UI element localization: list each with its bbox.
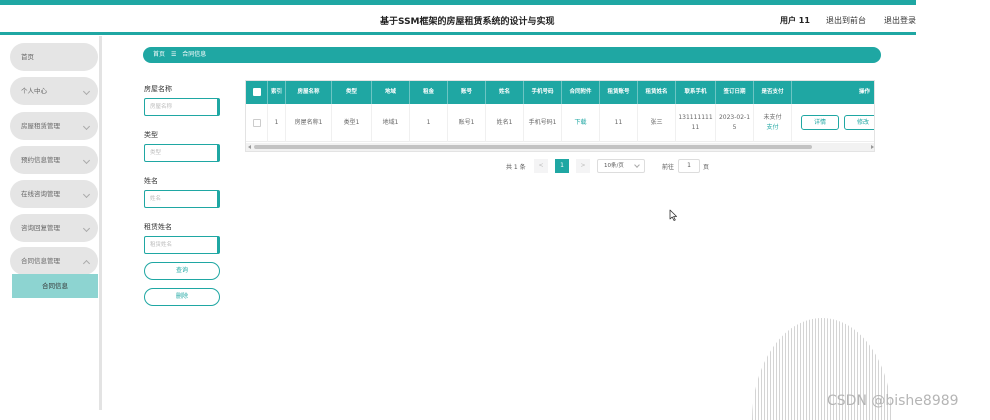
sidebar-item-label: 预约信息管理 xyxy=(21,156,60,164)
column-header: 操作 xyxy=(858,89,870,95)
cell-tenant-name: 张三 xyxy=(638,104,676,142)
table-row: 1 房屋名称1 类型1 地域1 1 账号1 姓名1 手机号码1 下载 11 张三… xyxy=(246,104,874,142)
table-header: 索引 房屋名称 类型 地域 租金 账号 姓名 手机号码 合同附件 租赁账号 租赁… xyxy=(246,81,874,104)
detail-button[interactable]: 详情 xyxy=(801,115,839,130)
contract-table: 索引 房屋名称 类型 地域 租金 账号 姓名 手机号码 合同附件 租赁账号 租赁… xyxy=(245,80,875,152)
scroll-right-icon[interactable] xyxy=(871,145,874,149)
cell-type: 类型1 xyxy=(332,104,372,142)
name-input[interactable] xyxy=(144,190,220,208)
edit-button[interactable]: 修改 xyxy=(844,115,874,130)
chevron-down-icon xyxy=(82,190,91,199)
pay-status-text: 未支付 xyxy=(763,114,782,122)
goto-suffix: 页 xyxy=(703,164,710,171)
sidebar-item-home[interactable]: 首页 xyxy=(10,43,98,71)
cell-phone: 手机号码1 xyxy=(524,104,562,142)
row-checkbox[interactable] xyxy=(253,119,261,127)
tenant-name-label: 租赁姓名 xyxy=(144,223,172,231)
sidebar-item-label: 合同信息管理 xyxy=(21,257,60,265)
scroll-left-icon[interactable] xyxy=(248,145,251,149)
horizontal-scrollbar[interactable] xyxy=(246,143,874,151)
pagination-total: 共 1 条 xyxy=(506,164,526,171)
sidebar: 首页 个人中心 房屋租赁管理 预约信息管理 在线咨询管理 咨询回复管理 合同信息… xyxy=(0,36,102,410)
column-header: 联系手机 xyxy=(676,81,716,104)
breadcrumb-current: 合同信息 xyxy=(182,51,207,58)
column-header: 索引 xyxy=(268,81,286,104)
column-header: 账号 xyxy=(448,81,486,104)
column-header: 地域 xyxy=(372,81,410,104)
app-title: 基于SSM框架的房屋租赁系统的设计与实现 xyxy=(380,17,555,27)
sidebar-item-label: 首页 xyxy=(21,53,34,61)
cell-tenant-account: 11 xyxy=(600,104,638,142)
row-select-cell xyxy=(246,104,268,142)
exit-to-frontend-link[interactable]: 退出到前台 xyxy=(826,15,866,26)
column-header: 签订日期 xyxy=(716,81,754,104)
column-header: 租赁账号 xyxy=(600,81,638,104)
page-size-value: 10条/页 xyxy=(604,163,624,169)
cell-region: 地域1 xyxy=(372,104,410,142)
delete-button[interactable]: 删除 xyxy=(144,288,220,306)
cell-account: 账号1 xyxy=(448,104,486,142)
tenant-name-input[interactable] xyxy=(144,236,220,254)
cell-house-name: 房屋名称1 xyxy=(286,104,332,142)
sidebar-item-consultation-management[interactable]: 在线咨询管理 xyxy=(10,180,98,208)
sidebar-item-booking-management[interactable]: 预约信息管理 xyxy=(10,146,98,174)
sidebar-subitem-contract-info[interactable]: 合同信息 xyxy=(12,274,98,298)
goto-page-input[interactable]: 1 xyxy=(678,159,700,173)
chevron-down-icon xyxy=(82,87,91,96)
breadcrumb: 首页 ☰ 合同信息 xyxy=(143,47,881,63)
column-header: 类型 xyxy=(332,81,372,104)
cell-sign-date: 2023-02-15 xyxy=(716,104,754,142)
sidebar-item-rental-management[interactable]: 房屋租赁管理 xyxy=(10,112,98,140)
pay-link[interactable]: 支付 xyxy=(766,123,778,133)
house-name-input[interactable] xyxy=(144,98,220,116)
chevron-down-icon xyxy=(82,122,91,131)
page-size-select[interactable]: 10条/页 xyxy=(597,159,645,173)
column-header: 是否支付 xyxy=(754,81,792,104)
current-user: 用户 11 xyxy=(780,16,810,25)
breadcrumb-separator-icon: ☰ xyxy=(170,51,177,58)
sidebar-item-label: 咨询回复管理 xyxy=(21,224,60,232)
chevron-down-icon xyxy=(634,162,640,168)
cell-contact-phone: 13111111111 xyxy=(676,104,716,142)
column-header: 姓名 xyxy=(486,81,524,104)
column-header: 租金 xyxy=(410,81,448,104)
column-header: 租赁姓名 xyxy=(638,81,676,104)
top-header: 基于SSM框架的房屋租赁系统的设计与实现 用户 11 退出到前台 退出登录 xyxy=(0,0,916,35)
column-header: 房屋名称 xyxy=(286,81,332,104)
column-header: 手机号码 xyxy=(524,81,562,104)
type-label: 类型 xyxy=(144,131,158,139)
type-input[interactable] xyxy=(144,144,220,162)
sidebar-item-label: 房屋租赁管理 xyxy=(21,122,60,130)
chevron-up-icon xyxy=(82,259,91,268)
query-button[interactable]: 查询 xyxy=(144,262,220,280)
sidebar-item-personal-center[interactable]: 个人中心 xyxy=(10,77,98,105)
column-header: 合同附件 xyxy=(562,81,600,104)
csdn-watermark: CSDN @bishe8989 xyxy=(827,393,959,409)
cell-pay-status: 未支付 支付 xyxy=(754,104,792,142)
chevron-down-icon xyxy=(82,156,91,165)
download-attachment-link[interactable]: 下载 xyxy=(562,104,600,142)
cell-name: 姓名1 xyxy=(486,104,524,142)
breadcrumb-home[interactable]: 首页 xyxy=(153,51,165,58)
sidebar-item-label: 在线咨询管理 xyxy=(21,190,60,198)
cell-actions: 详情 修改 xyxy=(792,104,874,142)
sidebar-item-label: 个人中心 xyxy=(21,87,47,95)
scrollbar-thumb[interactable] xyxy=(254,145,812,149)
goto-label: 前往 xyxy=(662,164,675,171)
chevron-down-icon xyxy=(82,224,91,233)
sidebar-item-reply-management[interactable]: 咨询回复管理 xyxy=(10,214,98,242)
cell-rent: 1 xyxy=(410,104,448,142)
sidebar-item-contract-management[interactable]: 合同信息管理 xyxy=(10,247,98,275)
prev-page-button[interactable]: < xyxy=(534,159,548,173)
app-window: 基于SSM框架的房屋租赁系统的设计与实现 用户 11 退出到前台 退出登录 首页… xyxy=(0,0,990,420)
current-page-button[interactable]: 1 xyxy=(555,159,569,173)
select-all-column xyxy=(246,81,268,104)
logout-link[interactable]: 退出登录 xyxy=(884,15,916,26)
select-all-checkbox[interactable] xyxy=(253,88,261,96)
cell-index: 1 xyxy=(268,104,286,142)
name-label: 姓名 xyxy=(144,177,158,185)
mouse-pointer-icon xyxy=(669,209,677,221)
next-page-button[interactable]: > xyxy=(576,159,590,173)
house-name-label: 房屋名称 xyxy=(144,85,172,93)
